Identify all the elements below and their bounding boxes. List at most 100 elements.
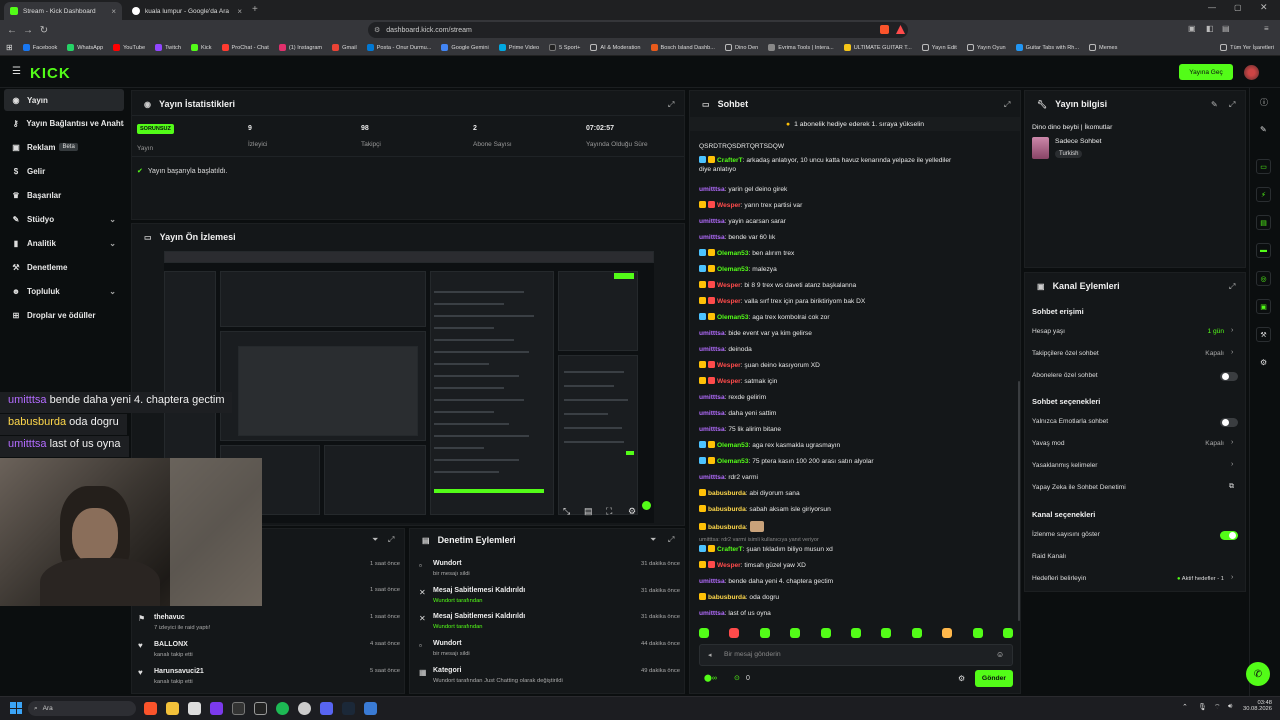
chat-message[interactable]: Oleman53: 75 ptera kasın 100 200 arası s… [699,457,874,466]
clock[interactable]: 03:48 30.08.2026 [1240,700,1272,712]
edit-icon[interactable]: ✎ [1211,100,1218,109]
chat-message[interactable]: CrafterT: arkadaş anlatıyor, 10 uncu kat… [699,156,951,174]
sidebar-item-community[interactable]: ☻ Topluluk ⌄ [4,280,124,302]
chevron-right-icon[interactable]: › [1231,439,1233,446]
bookmark[interactable]: Twitch [155,44,181,51]
chat-message[interactable]: umitttsa: 75 lik alirim bitane [699,425,781,434]
rail-tool-icon[interactable]: ⚒ [1256,327,1271,342]
obs-icon[interactable] [232,702,245,715]
banned-words-row[interactable]: Yasaklanmış kelimeler [1032,462,1097,469]
chat-message[interactable]: Wesper: timsah güzel yaw XD [699,561,806,570]
bookmark[interactable]: WhatsApp [67,44,103,51]
chat-message[interactable]: umitttsa: rdr2 varmi [699,473,758,482]
chat-message[interactable]: Wesper: şuan deino kasıyorum XD [699,361,820,370]
rail-message-icon[interactable]: ▬ [1256,243,1271,258]
hamburger-menu-icon[interactable]: ☰ [12,66,21,77]
info-icon[interactable]: ⓘ [1260,97,1268,108]
chat-message[interactable]: babusburda: abi diyorum sana [699,489,800,498]
chat-settings-icon[interactable]: ⚙ [958,674,965,683]
user-avatar[interactable] [1244,65,1259,80]
ai-moderation-row[interactable]: Yapay Zeka ile Sohbet Denetimi [1032,484,1126,491]
help-chat-icon[interactable]: ✆ [1246,662,1270,686]
sub-gift-banner[interactable]: ● 1 abonelik hediye ederek 1. sıraya yüks… [690,117,1020,131]
wifi-icon[interactable]: ⌔ [1214,703,1221,712]
sidebar-item-stream[interactable]: ◉ Yayın [4,89,124,111]
quick-emote-icon[interactable] [972,628,983,638]
brave-shield-icon[interactable] [880,25,889,34]
chat-message[interactable]: umitttsa: bide event var ya kim gelirse [699,329,812,338]
wallet-icon[interactable]: ▤ [1222,24,1230,33]
discord-icon[interactable] [320,702,333,715]
bookmark[interactable]: Guitar Tabs with Rh... [1015,44,1079,51]
go-live-button[interactable]: Yayına Geç [1179,64,1233,80]
chat-message[interactable]: umitttsa: daha yeni sattim [699,409,776,418]
tray-chevron-icon[interactable]: ⌃ [1182,703,1188,711]
extensions-icon[interactable]: ▣ [1188,24,1196,33]
quick-emote-icon[interactable] [790,628,801,638]
sidebar-toggle-icon[interactable]: ◧ [1206,24,1214,33]
quick-emote-icon[interactable] [820,628,831,638]
scene-icon[interactable]: ▤ [584,506,593,517]
activity-user[interactable]: thehavuc [154,614,185,621]
chat-message[interactable]: QSRDTRQSDRTQRTSDQW [699,142,784,151]
activity-user[interactable]: BALLONX [154,641,188,648]
reload-icon[interactable]: ↻ [36,22,52,38]
external-link-icon[interactable]: ⧉ [1229,483,1234,491]
volume-icon[interactable]: 🔊︎ [1228,703,1232,711]
notepad-icon[interactable] [188,702,201,715]
mic-icon[interactable]: 🎙︎ [1198,703,1207,711]
close-tab-icon[interactable]: × [111,7,116,16]
expand-icon[interactable]: ⤢ [1229,282,1235,292]
chat-message[interactable]: umitttsa: bende var 60 lık [699,233,775,242]
expand-icon[interactable]: ⤢ [668,535,674,545]
bookmark[interactable]: ProChat - Chat [221,44,269,51]
bookmark-folder[interactable]: Memes [1089,44,1117,51]
account-age-value[interactable]: 1 gün [1180,328,1224,335]
steam-icon[interactable] [342,702,355,715]
rail-list-icon[interactable]: ▤ [1256,215,1271,230]
chat-scrollbar[interactable] [1018,381,1020,621]
goals-value[interactable]: ● Aktif hedefler - 1 [1160,576,1224,582]
quick-emote-icon[interactable] [850,628,861,638]
chat-message[interactable]: Oleman53: aga trex kombolrai cok zor [699,313,830,322]
quick-emote-icon[interactable] [699,628,709,638]
quick-emote-icon[interactable] [911,628,922,638]
tab-google-search[interactable]: kuala lumpur - Google'da Ara × [126,2,248,20]
emoji-icon[interactable]: ☺ [996,650,1004,659]
chat-message[interactable]: umitttsa: rexde gelirim [699,393,766,402]
quick-emote-icon[interactable] [881,628,892,638]
sidebar-item-stream-key[interactable]: ⚷ Yayın Bağlantısı ve Anahtarı [4,112,124,134]
quick-emote-icon[interactable] [1002,628,1013,638]
chat-input[interactable]: ◂ Bir mesaj gönderin ☺ [699,644,1013,666]
bookmark[interactable]: Facebook [22,44,57,51]
account-age-row[interactable]: Hesap yaşı [1032,328,1065,335]
file-explorer-icon[interactable] [166,702,179,715]
close-window-icon[interactable]: ✕ [1260,2,1268,13]
minimize-icon[interactable]: — [1208,3,1216,12]
emotes-only-toggle[interactable] [1220,418,1238,427]
chat-message[interactable]: umitttsa: bende daha yeni 4. chaptera ge… [699,577,833,586]
forward-icon[interactable]: → [20,22,36,38]
sidebar-item-revenue[interactable]: $ Gelir [4,160,124,182]
bookmark-folder[interactable]: Yayın Oyun [966,44,1006,51]
chat-message[interactable]: Oleman53: malezya [699,265,777,274]
kick-logo[interactable]: KICK [30,65,71,82]
chat-message[interactable]: umitttsa: deinoda [699,345,752,354]
quick-emote-icon[interactable] [942,628,953,638]
quick-emote-icon[interactable] [759,628,770,638]
tab-kick-dashboard[interactable]: Stream - Kick Dashboard × [4,2,122,20]
new-tab-icon[interactable]: + [252,4,258,15]
bookmark-folder[interactable]: AI & Moderation [590,44,641,51]
expand-icon[interactable]: ⤢ [1004,100,1010,110]
app-icon[interactable] [298,702,311,715]
goals-row[interactable]: Hedefleri belirleyin [1032,575,1086,582]
bookmark[interactable]: Google Gemini [441,44,489,51]
activity-user[interactable]: Harunsavuci21 [154,668,204,675]
followers-chat-value[interactable]: Kapalı [1180,350,1224,357]
rail-settings-icon[interactable]: ⚙ [1260,358,1267,367]
fullscreen-icon[interactable]: ⛶ [606,506,612,517]
chat-message[interactable]: Oleman53: aga rex kasmakla ugrasmayın [699,441,840,450]
quick-emote-icon[interactable] [729,628,740,638]
bookmark[interactable]: Kick [190,44,212,51]
raid-channel-row[interactable]: Raid Kanalı [1032,553,1066,560]
